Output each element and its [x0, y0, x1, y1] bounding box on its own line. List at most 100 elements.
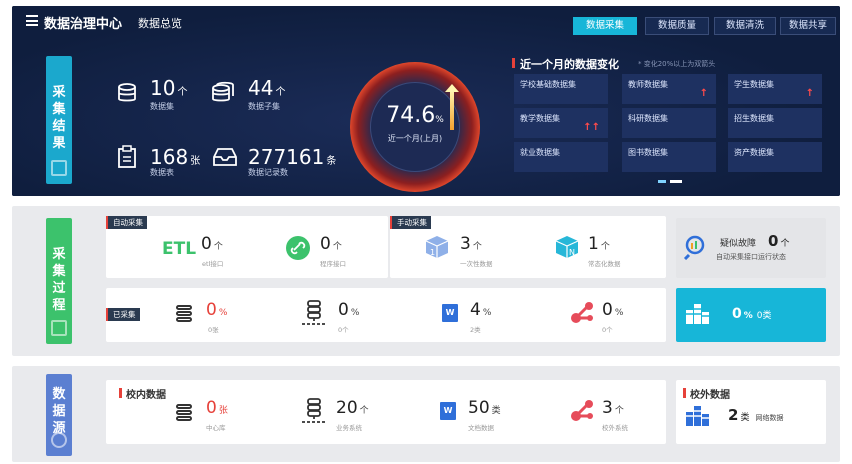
etl-icon: ETL [162, 239, 197, 259]
dataset-card[interactable]: 科研数据集 [622, 108, 716, 138]
manual-collect-tag: 手动采集 [390, 216, 431, 229]
database-icon [176, 404, 192, 422]
word-document-icon: W [440, 402, 456, 420]
database-stack-icon [212, 81, 234, 102]
download-icon [51, 320, 67, 336]
dataset-name: 就业数据集 [520, 148, 560, 157]
dataset-name: 学生数据集 [734, 80, 774, 89]
up-arrow-icon: ↑↑ [583, 122, 600, 133]
business-system-label: 业务系统 [336, 424, 362, 432]
collected-external-pct: 0% [602, 300, 624, 320]
fault-sub: 自动采集接口运行状态 [716, 253, 786, 261]
tab-data-sharing[interactable]: 数据共享 [780, 17, 836, 35]
up-arrow-icon: ↑ [805, 88, 814, 99]
auto-collect-card: 自动采集 ETL 0个 etl接口 0个 程序接口 [106, 216, 388, 278]
tab-data-quality[interactable]: 数据质量 [645, 17, 709, 35]
collected-card: 已采集 0% 0张 0% 0个 W 4% 2类 0% 0个 [106, 288, 666, 342]
database-icon [51, 432, 67, 448]
dataset-card[interactable]: 就业数据集 [514, 142, 608, 172]
gauge-value: 74.6% [386, 103, 444, 128]
up-arrow-icon: ↑ [699, 88, 708, 99]
outer-data-card: 校外数据 2 类网络数据 [676, 380, 826, 444]
svg-text:N: N [569, 248, 575, 257]
header: 数据治理中心 数据总览 数据采集 数据质量 数据清洗 数据共享 [12, 6, 840, 36]
collected-document-label: 2类 [470, 326, 481, 334]
auto-collect-tag: 自动采集 [106, 216, 147, 229]
completion-gauge: 74.6% 近一个月(上月) [350, 62, 480, 192]
program-interface-label: 程序接口 [320, 260, 346, 268]
external-system-count: 3个 [602, 398, 624, 418]
share-nodes-icon [571, 400, 593, 421]
dataset-card[interactable]: 学生数据集 ↑ [728, 74, 822, 104]
dataset-label: 数据集 [150, 102, 174, 111]
inbox-icon [213, 148, 237, 166]
dataset-count: 10 个 [150, 76, 188, 100]
inner-data-card: 校内数据 0张 中心库 20 个 业务系统 W 50 类 文档数据 3个 校外系统 [106, 380, 666, 444]
collected-tag: 已采集 [106, 308, 140, 321]
sidebar-label: 采集结果 [52, 85, 66, 151]
up-arrow-icon [445, 84, 459, 130]
app-title: 数据治理中心 [44, 17, 123, 32]
gauge-label: 近一个月(上月) [387, 134, 443, 143]
cube-n-icon: N [555, 236, 579, 258]
network-servers-icon [686, 304, 709, 324]
etl-count: 0个 [201, 234, 223, 254]
recent-changes-note: * 变化20%以上为双箭头 [638, 60, 716, 68]
collected-center-pct: 0% [206, 300, 228, 320]
etl-label: etl接口 [202, 260, 224, 268]
dataset-name: 教师数据集 [628, 80, 668, 89]
dataset-card[interactable]: 资产数据集 [728, 142, 822, 172]
collected-business-label: 0个 [338, 326, 349, 334]
dataset-card[interactable]: 教学数据集 ↑↑ [514, 108, 608, 138]
dataset-card[interactable]: 图书数据集 [622, 142, 716, 172]
regular-data-count: 1个 [588, 234, 610, 254]
business-system-count: 20 个 [336, 398, 369, 418]
sidebar-collection-process[interactable]: 采集过程 [46, 218, 72, 344]
network-data-count: 2 类网络数据 [728, 406, 784, 424]
record-label: 数据记录数 [248, 168, 288, 177]
one-time-data-label: 一次性数据 [460, 260, 493, 268]
fault-count: 0个 [768, 232, 790, 250]
pager-dot[interactable] [670, 180, 682, 183]
collected-business-pct: 0% [338, 300, 360, 320]
database-icon [176, 305, 192, 323]
subset-label: 数据子集 [248, 102, 280, 111]
network-pct: 0% 0类 [732, 306, 772, 322]
dataset-name: 资产数据集 [734, 148, 774, 157]
pager-dot-active[interactable] [658, 180, 666, 183]
sidebar-collection-result[interactable]: 采集结果 [46, 56, 72, 184]
clipboard-icon [118, 145, 136, 168]
manual-collect-card: 手动采集 1 3个 一次性数据 N 1个 常态化数据 [390, 216, 666, 278]
regular-data-label: 常态化数据 [588, 260, 621, 268]
record-count: 277161 条 [248, 145, 337, 169]
sidebar-label: 采集过程 [52, 247, 66, 313]
word-document-icon: W [442, 304, 458, 322]
dataset-name: 科研数据集 [628, 114, 668, 123]
document-data-count: 50 类 [468, 398, 501, 418]
tab-data-cleaning[interactable]: 数据清洗 [714, 17, 776, 35]
dataset-name: 招生数据集 [734, 114, 774, 123]
external-system-label: 校外系统 [602, 424, 628, 432]
network-data-card[interactable]: 0% 0类 [676, 288, 826, 342]
central-db-label: 中心库 [206, 424, 226, 432]
tab-data-collection[interactable]: 数据采集 [573, 17, 637, 35]
server-database-icon [302, 300, 326, 325]
dataset-name: 教学数据集 [520, 114, 560, 123]
dataset-name: 图书数据集 [628, 148, 668, 157]
dataset-card[interactable]: 招生数据集 [728, 108, 822, 138]
dataset-name: 学校基础数据集 [520, 80, 576, 89]
table-label: 数据表 [150, 168, 174, 177]
database-icon [118, 83, 136, 102]
dataset-card[interactable]: 教师数据集 ↑ [622, 74, 716, 104]
server-database-icon [302, 398, 326, 423]
network-servers-icon [686, 406, 709, 426]
collected-document-pct: 4% [470, 300, 492, 320]
dataset-card[interactable]: 学校基础数据集 [514, 74, 608, 104]
collected-external-label: 0个 [602, 326, 613, 334]
outer-data-title: 校外数据 [683, 386, 730, 401]
program-interface-count: 0个 [320, 234, 342, 254]
cube-icon: 1 [425, 236, 449, 258]
sidebar-data-source[interactable]: 数据源 [46, 374, 72, 456]
menu-icon[interactable] [26, 15, 38, 26]
fault-card[interactable]: 疑似故障 0个 自动采集接口运行状态 [676, 218, 826, 278]
